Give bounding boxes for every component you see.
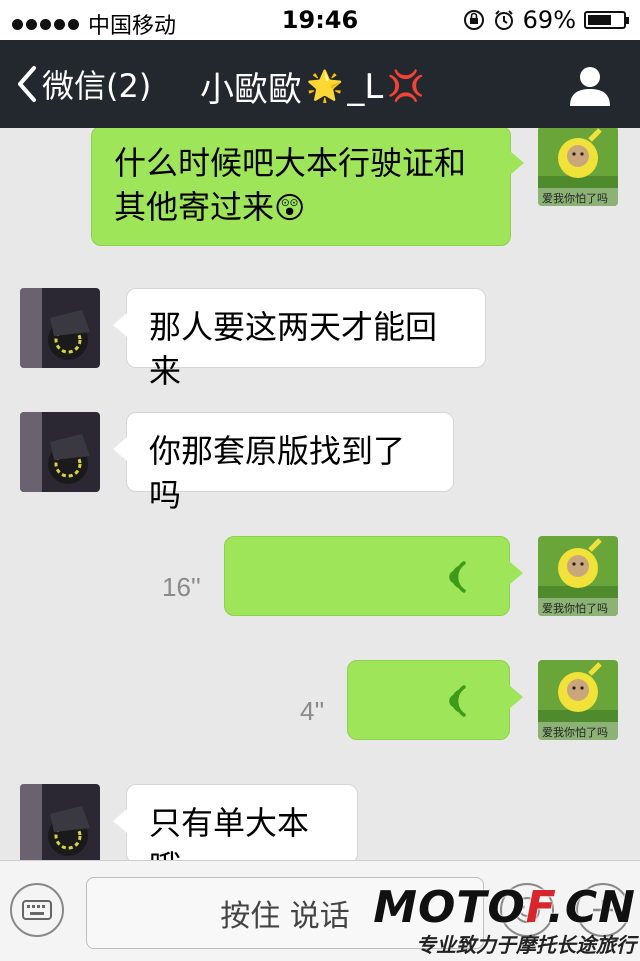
watermark-slogan: 专业致力于摩托长途旅行 [416,933,636,957]
star-emoji: 🌟 [306,69,344,104]
voice-duration: 4'' [300,696,325,726]
chevron-left-icon [18,66,36,102]
message-list[interactable]: 什么时候吧大本行驶证和 其他寄过来😲 爱我你怕了吗 那人要这两天才能回来 你那套… [0,128,640,860]
message-text: 什么时候吧大本行驶证和 [114,144,467,182]
message-bubble-other[interactable]: 那人要这两天才能回来 [113,288,486,390]
contact-avatar[interactable] [20,412,100,492]
message-text: 只有单大本哦 [149,804,310,860]
contact-avatar[interactable] [20,784,100,860]
self-avatar[interactable]: 爱我你怕了吗 [538,536,618,616]
back-label: 微信(2) [42,67,152,105]
site-watermark: MOTOF.CN 专业致力于摩托长途旅行 [373,882,636,958]
message-text: 那人要这两天才能回来 [149,308,438,390]
message-bubble-self[interactable]: 什么时候吧大本行驶证和 其他寄过来😲 [91,128,524,246]
back-button[interactable]: 微信(2) [16,60,151,108]
contact-name: 小歐歐 [200,70,302,110]
contact-avatar[interactable] [20,288,100,368]
contact-name-suffix: _L [347,66,384,107]
voice-wave-icon [449,561,466,593]
chat-header: 微信(2) 小歐歐 🌟 _L 💢 [0,40,640,128]
battery-icon [584,11,629,29]
voice-wave-icon [449,685,466,717]
chat-title: 小歐歐 🌟 _L 💢 [200,62,425,111]
voice-message-bubble[interactable] [224,536,523,616]
message-bubble-other[interactable]: 只有单大本哦 [113,784,358,860]
shocked-emoji: 😲 [274,191,306,226]
avatar-caption: 爱我你怕了吗 [542,192,608,205]
rotation-lock-icon [463,9,485,31]
status-bar: 中国移动 19:46 69% [0,0,640,40]
keyboard-icon [22,900,52,920]
voice-duration: 16'' [162,572,201,602]
avatar-caption: 爱我你怕了吗 [542,726,608,739]
profile-button[interactable] [568,64,612,108]
watermark-logo: MOTOF.CN [373,882,636,933]
message-bubble-other[interactable]: 你那套原版找到了吗 [113,412,454,514]
keyboard-toggle-button[interactable] [10,883,64,937]
self-avatar[interactable]: 爱我你怕了吗 [538,128,618,206]
anger-emoji: 💢 [387,69,425,104]
message-text: 你那套原版找到了吗 [149,432,406,514]
battery-percent: 69% [522,6,576,34]
person-icon [570,67,610,106]
self-avatar[interactable]: 爱我你怕了吗 [538,660,618,740]
message-text: 其他寄过来 [114,188,275,226]
voice-message-bubble[interactable] [347,660,523,740]
avatar-caption: 爱我你怕了吗 [542,602,608,615]
alarm-icon [493,9,515,31]
